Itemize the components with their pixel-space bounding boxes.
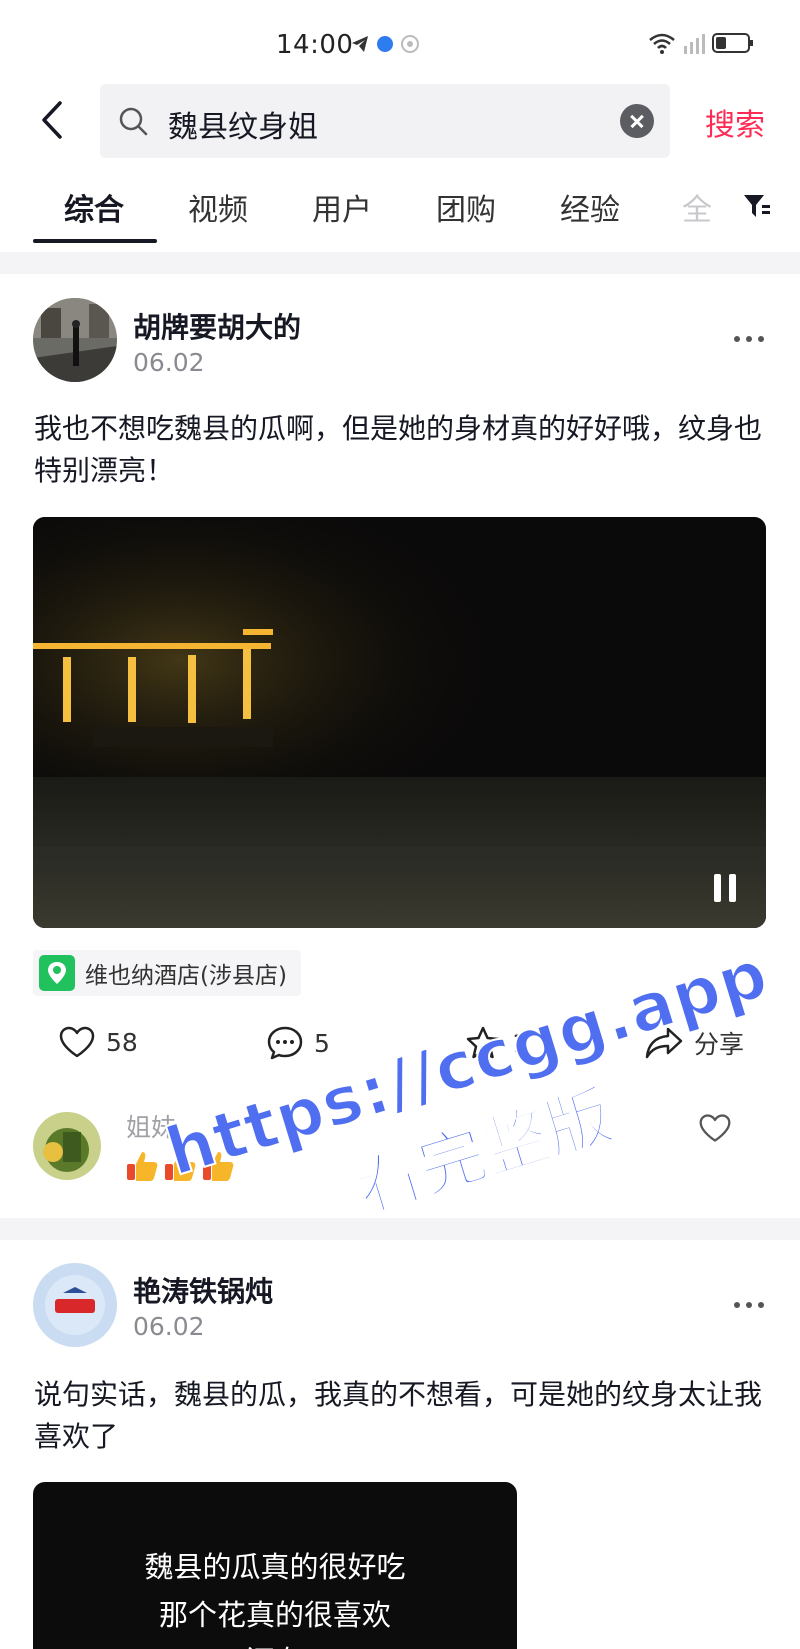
post-username[interactable]: 艳涛铁锅炖 <box>133 1270 273 1310</box>
post-text[interactable]: 说句实话，魏县的瓜，我真的不想看，可是她的纹身太让我喜欢了 <box>34 1374 764 1458</box>
more-icon[interactable] <box>734 334 764 344</box>
like-button[interactable]: 58 <box>58 1025 138 1059</box>
location-tag[interactable]: 维也纳酒店(涉县店) <box>33 950 301 996</box>
hotspot-icon <box>401 35 419 53</box>
video-caption-line: 魏县的瓜真的很好吃 <box>144 1550 406 1584</box>
pause-icon[interactable] <box>714 874 736 902</box>
thumbs-up-icon <box>203 1152 234 1181</box>
share-label: 分享 <box>694 1030 745 1059</box>
comment-text <box>124 1148 236 1184</box>
post-date: 06.02 <box>133 348 205 377</box>
location-pin-icon <box>39 955 75 991</box>
tab-experience[interactable]: 经验 <box>560 185 620 229</box>
watermark-text: 看完整版 <box>345 1076 622 1229</box>
back-arrow-icon[interactable] <box>30 95 80 145</box>
section-divider <box>0 252 800 274</box>
tab-active-indicator <box>33 239 157 243</box>
like-count: 58 <box>106 1027 138 1057</box>
comment-avatar[interactable] <box>33 1112 101 1180</box>
share-icon <box>645 1027 683 1059</box>
comment-author[interactable]: 姐妹 <box>126 1108 176 1144</box>
status-time: 14:00 <box>276 30 354 60</box>
video-player[interactable]: 魏县的瓜真的很好吃 那个花真的很喜欢 还有 <box>33 1482 517 1649</box>
post-date: 06.02 <box>133 1312 205 1341</box>
filter-icon[interactable] <box>742 191 772 221</box>
comment-button[interactable]: 5 <box>266 1025 330 1061</box>
tab-comprehensive[interactable]: 综合 <box>64 185 124 229</box>
location-name: 维也纳酒店(涉县店) <box>85 963 287 989</box>
post-text[interactable]: 我也不想吃魏县的瓜啊，但是她的身材真的好好哦，纹身也特别漂亮！ <box>34 408 764 492</box>
video-player[interactable] <box>33 517 766 928</box>
wifi-icon <box>649 33 675 54</box>
telegram-icon <box>352 36 368 52</box>
comment-count: 5 <box>314 1028 330 1058</box>
search-query: 魏县纹身姐 <box>168 110 318 145</box>
video-caption-line: 那个花真的很喜欢 <box>158 1598 391 1632</box>
video-frame <box>33 517 766 928</box>
status-bar: 14:00 <box>0 0 800 90</box>
share-button[interactable]: 分享 <box>644 1025 744 1061</box>
avatar[interactable] <box>33 1263 117 1347</box>
status-left-icons <box>350 34 420 54</box>
more-icon[interactable] <box>734 1300 764 1310</box>
thumbs-up-icon <box>165 1152 196 1181</box>
video-caption-line: 还有 <box>33 1638 517 1649</box>
tab-users[interactable]: 用户 <box>312 185 372 229</box>
search-button[interactable]: 搜索 <box>705 100 765 144</box>
globe-icon <box>377 36 393 52</box>
battery-icon <box>712 33 753 53</box>
search-input[interactable]: 魏县纹身姐 <box>100 84 670 158</box>
tab-group-buy[interactable]: 团购 <box>436 185 496 229</box>
clear-icon[interactable] <box>620 104 654 138</box>
star-icon <box>466 1026 500 1059</box>
search-icon <box>119 107 148 136</box>
post-username[interactable]: 胡牌要胡大的 <box>133 306 301 346</box>
favorite-count: 1 <box>512 1028 528 1058</box>
status-right-icons <box>648 32 754 54</box>
avatar[interactable] <box>33 298 117 382</box>
favorite-button[interactable]: 1 <box>464 1025 528 1061</box>
comment-like-icon[interactable] <box>698 1112 732 1144</box>
heart-icon <box>59 1026 95 1058</box>
section-divider <box>0 1218 800 1240</box>
search-tabs: 综合 视频 用户 团购 经验 全 <box>0 175 800 245</box>
thumbs-up-icon <box>127 1152 158 1181</box>
comment-icon <box>267 1026 303 1060</box>
tab-all[interactable]: 全 <box>682 185 712 229</box>
post-actions: 58 5 1 分享 <box>0 1025 800 1075</box>
signal-icon <box>684 34 705 54</box>
tab-video[interactable]: 视频 <box>188 185 248 229</box>
